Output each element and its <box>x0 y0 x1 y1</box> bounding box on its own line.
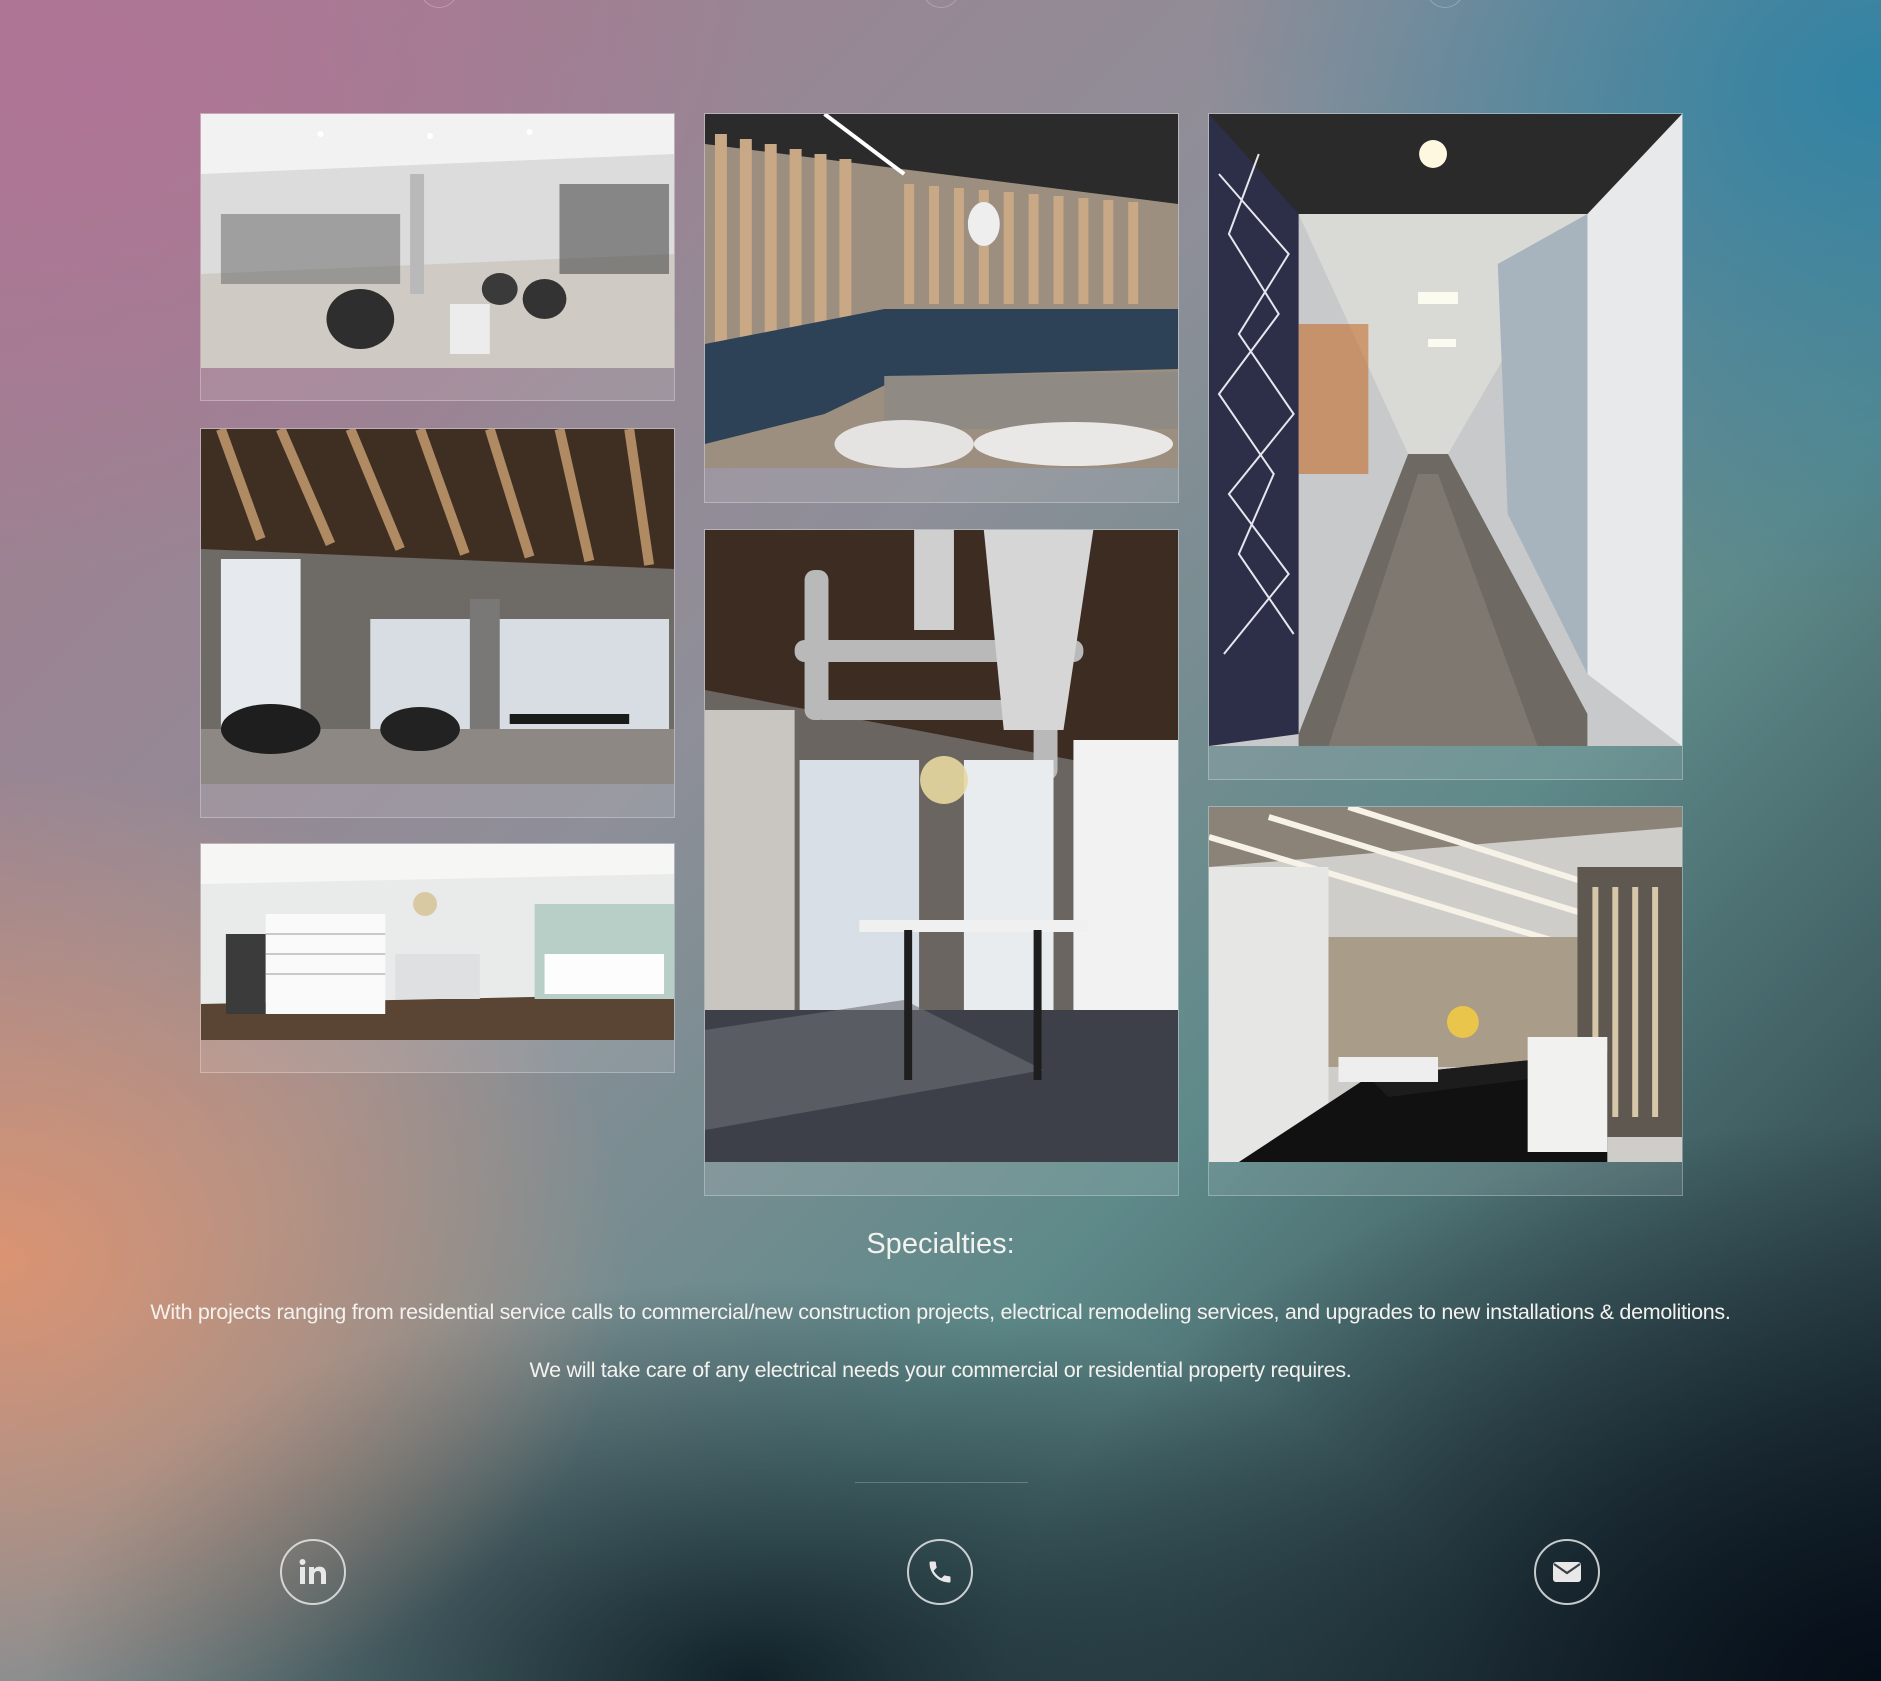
gallery-card[interactable] <box>1208 113 1683 780</box>
salon-interior-photo <box>201 114 674 368</box>
gallery-card[interactable] <box>200 113 675 401</box>
gallery-card[interactable] <box>200 843 675 1073</box>
section-divider <box>855 1482 1028 1483</box>
phone-icon <box>929 1561 951 1583</box>
email-button[interactable] <box>1534 1539 1600 1605</box>
linkedin-icon <box>299 1559 326 1584</box>
top-linkedin-icon[interactable] <box>420 0 458 8</box>
corridor-photo <box>1209 114 1682 746</box>
specialties-closing: We will take care of any electrical need… <box>529 1358 1352 1382</box>
specialties-title: Specialties: <box>866 1228 1015 1260</box>
gallery-card[interactable] <box>200 428 675 818</box>
top-phone-icon[interactable] <box>922 0 960 8</box>
gallery-card[interactable] <box>1208 806 1683 1196</box>
gallery-card[interactable] <box>704 529 1179 1196</box>
gallery-card[interactable] <box>704 113 1179 503</box>
breakroom-kitchen-photo <box>1209 807 1682 1162</box>
email-icon <box>1553 1562 1581 1582</box>
dining-area-photo <box>201 429 674 784</box>
linkedin-button[interactable] <box>280 1539 346 1605</box>
boutique-interior-photo <box>201 844 674 1040</box>
exposed-ducts-photo <box>705 530 1178 1162</box>
phone-button[interactable] <box>907 1539 973 1605</box>
lounge-booth-photo <box>705 114 1178 468</box>
top-email-icon[interactable] <box>1426 0 1464 8</box>
specialties-description: With projects ranging from residential s… <box>150 1300 1731 1324</box>
